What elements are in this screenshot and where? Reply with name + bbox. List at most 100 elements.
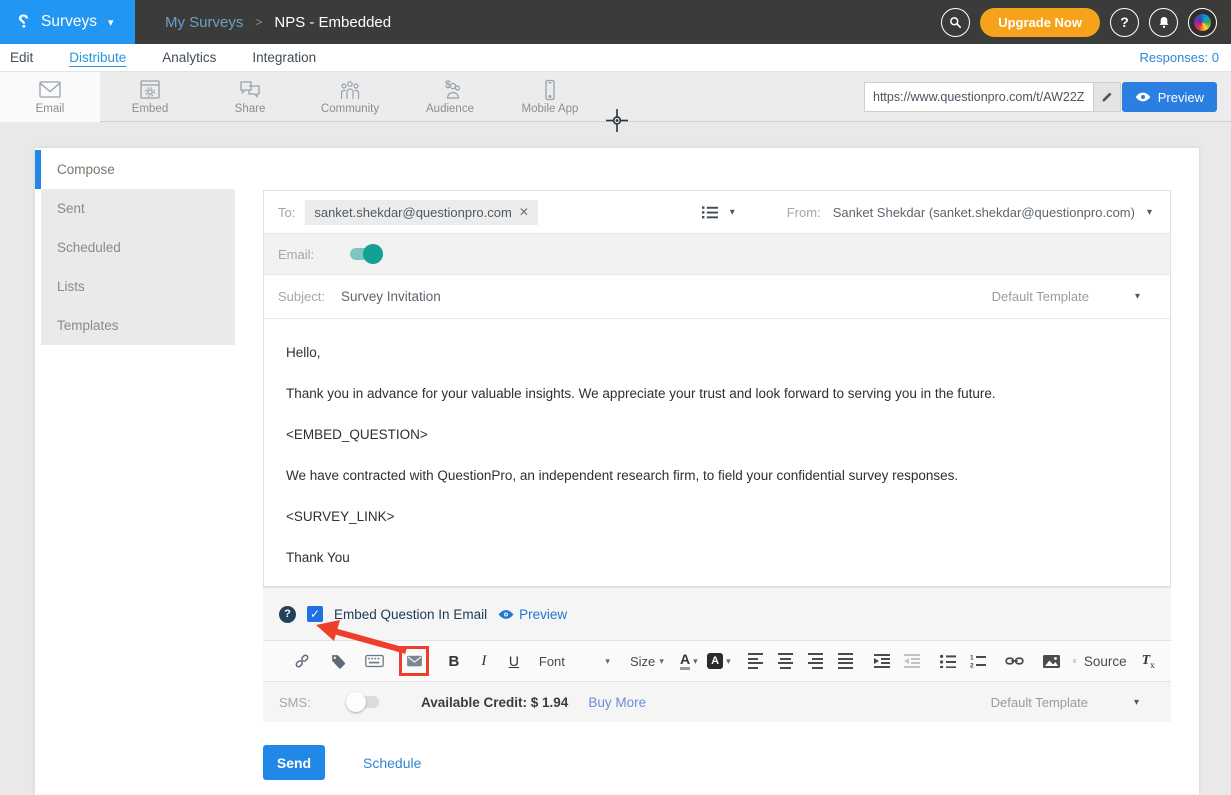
search-button[interactable] bbox=[941, 8, 970, 37]
subject-value[interactable]: Survey Invitation bbox=[341, 289, 441, 304]
channel-tab-embed[interactable]: Embed bbox=[100, 72, 200, 122]
recipient-email: sanket.shekdar@questionpro.com bbox=[314, 205, 511, 220]
send-row: Send Schedule bbox=[263, 745, 421, 780]
bold-button[interactable]: B bbox=[439, 646, 469, 676]
embed-preview-link[interactable]: Preview bbox=[498, 607, 567, 622]
insert-image-button[interactable] bbox=[1036, 646, 1066, 676]
align-center-icon bbox=[778, 653, 793, 669]
text-color-icon: A bbox=[680, 652, 690, 670]
embed-question-row: ? ✓ Embed Question In Email Preview bbox=[263, 588, 1171, 640]
bullet-list-button[interactable] bbox=[933, 646, 963, 676]
embed-question-toolbar-button[interactable] bbox=[399, 646, 429, 676]
list-icon bbox=[700, 204, 720, 220]
indent-decrease-button[interactable] bbox=[897, 646, 927, 676]
email-body-editor[interactable]: Hello, Thank you in advance for your val… bbox=[264, 319, 1170, 586]
community-icon bbox=[337, 79, 363, 101]
source-button[interactable]: Source bbox=[1073, 646, 1127, 676]
svg-text:1: 1 bbox=[970, 655, 974, 662]
tab-analytics[interactable]: Analytics bbox=[162, 50, 216, 65]
top-actions: Upgrade Now ? bbox=[941, 8, 1231, 37]
responses-count[interactable]: Responses: 0 bbox=[1140, 50, 1231, 65]
remove-recipient-icon[interactable]: ✕ bbox=[519, 205, 529, 219]
survey-url-input[interactable] bbox=[864, 82, 1094, 112]
schedule-link[interactable]: Schedule bbox=[363, 755, 421, 771]
indent-increase-button[interactable] bbox=[867, 646, 897, 676]
survey-link-button[interactable] bbox=[287, 646, 317, 676]
breadcrumb-my-surveys[interactable]: My Surveys bbox=[165, 14, 243, 31]
embed-help-icon[interactable]: ? bbox=[279, 606, 296, 623]
italic-button[interactable]: I bbox=[469, 646, 499, 676]
underline-button[interactable]: U bbox=[499, 646, 529, 676]
numbered-list-button[interactable]: 12 bbox=[963, 646, 993, 676]
channel-tab-share[interactable]: Share bbox=[200, 72, 300, 122]
font-select-label: Font bbox=[539, 654, 565, 669]
from-value: Sanket Shekdar (sanket.shekdar@questionp… bbox=[833, 205, 1135, 220]
source-icon bbox=[1073, 653, 1076, 669]
compose-form: To: sanket.shekdar@questionpro.com ✕ bbox=[263, 190, 1171, 722]
tab-edit[interactable]: Edit bbox=[10, 50, 33, 65]
insert-tag-button[interactable] bbox=[323, 646, 353, 676]
tab-integration[interactable]: Integration bbox=[252, 50, 316, 65]
from-selector[interactable]: From: Sanket Shekdar (sanket.shekdar@que… bbox=[787, 205, 1156, 220]
channel-tab-community[interactable]: Community bbox=[300, 72, 400, 122]
recipient-chip[interactable]: sanket.shekdar@questionpro.com ✕ bbox=[305, 200, 538, 225]
body-paragraph: We have contracted with QuestionPro, an … bbox=[286, 468, 1148, 483]
bell-icon bbox=[1157, 15, 1171, 30]
subject-row: Subject: Survey Invitation Default Templ… bbox=[264, 275, 1170, 319]
size-select[interactable]: Size ▾ bbox=[620, 654, 674, 669]
body-paragraph: Thank You bbox=[286, 550, 1148, 565]
tab-distribute[interactable]: Distribute bbox=[69, 50, 126, 65]
email-options-section: ? ✓ Embed Question In Email Preview bbox=[263, 587, 1171, 722]
pencil-icon bbox=[1100, 90, 1114, 104]
eye-icon bbox=[1135, 91, 1151, 103]
align-left-icon bbox=[748, 653, 763, 669]
surveys-menu[interactable]: ? Surveys ▾ bbox=[0, 0, 135, 44]
audience-icon: $ bbox=[437, 79, 463, 101]
sms-label: SMS: bbox=[279, 695, 335, 710]
distribute-channel-bar: Email Embed Share Community $ bbox=[0, 72, 1231, 122]
channel-label: Community bbox=[321, 103, 379, 115]
subject-label: Subject: bbox=[278, 289, 325, 304]
sidebar-item-lists[interactable]: Lists bbox=[41, 267, 235, 306]
send-button[interactable]: Send bbox=[263, 745, 325, 780]
chevron-down-icon: ▾ bbox=[605, 656, 610, 667]
insert-link-button[interactable] bbox=[1000, 646, 1030, 676]
sidebar-item-scheduled[interactable]: Scheduled bbox=[41, 228, 235, 267]
bullet-list-icon bbox=[940, 654, 956, 668]
remove-format-button[interactable]: Tx bbox=[1133, 646, 1163, 676]
sidebar-item-compose[interactable]: Compose bbox=[35, 150, 235, 189]
sidebar-item-sent[interactable]: Sent bbox=[41, 189, 235, 228]
channel-tab-audience[interactable]: $ Audience bbox=[400, 72, 500, 122]
account-avatar[interactable] bbox=[1188, 8, 1217, 37]
preview-button[interactable]: Preview bbox=[1122, 82, 1217, 112]
channel-tab-mobile-app[interactable]: Mobile App bbox=[500, 72, 600, 122]
editor-toolbar: B I U Font ▾ Size ▾ A ▾ bbox=[263, 640, 1171, 682]
background-color-button[interactable]: A ▾ bbox=[704, 646, 734, 676]
align-justify-button[interactable] bbox=[830, 646, 860, 676]
help-button[interactable]: ? bbox=[1110, 8, 1139, 37]
buy-more-link[interactable]: Buy More bbox=[588, 695, 646, 710]
channel-label: Embed bbox=[132, 103, 168, 115]
sidebar-item-templates[interactable]: Templates bbox=[41, 306, 235, 345]
email-template-selector[interactable]: Default Template ▾ bbox=[992, 289, 1156, 304]
email-label: Email: bbox=[278, 247, 336, 262]
font-select[interactable]: Font ▾ bbox=[529, 654, 620, 669]
channel-tab-email[interactable]: Email bbox=[0, 72, 100, 122]
select-list-button[interactable]: ▾ bbox=[700, 204, 735, 220]
sms-toggle[interactable] bbox=[349, 696, 379, 708]
align-center-button[interactable] bbox=[770, 646, 800, 676]
notifications-button[interactable] bbox=[1149, 8, 1178, 37]
tag-icon bbox=[330, 653, 347, 670]
embed-question-checkbox[interactable]: ✓ bbox=[307, 606, 323, 622]
questionpro-logo-icon: ? bbox=[15, 11, 32, 33]
upgrade-now-button[interactable]: Upgrade Now bbox=[980, 8, 1100, 37]
email-toggle[interactable] bbox=[350, 248, 380, 260]
sms-template-selector[interactable]: Default Template ▾ bbox=[991, 695, 1155, 710]
align-right-button[interactable] bbox=[800, 646, 830, 676]
align-left-button[interactable] bbox=[740, 646, 770, 676]
edit-url-button[interactable] bbox=[1094, 82, 1121, 112]
chevron-down-icon: ▾ bbox=[108, 16, 114, 29]
chain-icon bbox=[293, 652, 311, 670]
keyboard-button[interactable] bbox=[360, 646, 390, 676]
text-color-button[interactable]: A ▾ bbox=[674, 646, 704, 676]
